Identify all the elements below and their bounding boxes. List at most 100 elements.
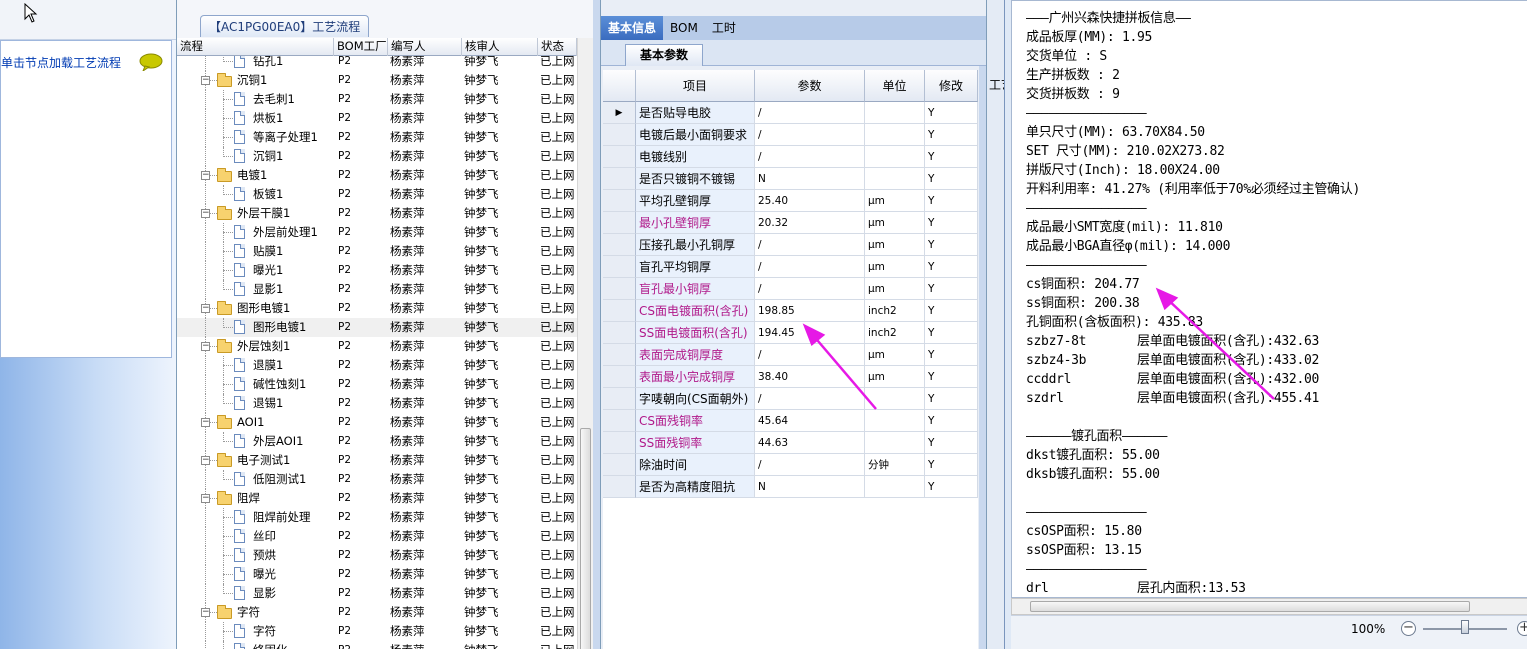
tree-node[interactable]: − 外层干膜1 [177, 204, 334, 223]
tree-folder-row[interactable]: − 字符 P2 杨素萍 钟梦飞 已上网 [177, 603, 577, 622]
param-modify-cell[interactable]: Y [925, 300, 978, 322]
tree-step-row[interactable]: 字符 P2 杨素萍 钟梦飞 已上网 [177, 622, 577, 641]
tree-node[interactable]: 烘板1 [177, 109, 334, 128]
param-value-cell[interactable]: / [755, 388, 865, 410]
tree-step-row[interactable]: 预烘 P2 杨素萍 钟梦飞 已上网 [177, 546, 577, 565]
tree-node[interactable]: 字符 [177, 622, 334, 641]
tree-step-row[interactable]: 钻孔1 P2 杨素萍 钟梦飞 已上网 [177, 56, 577, 71]
tree-step-row[interactable]: 外层前处理1 P2 杨素萍 钟梦飞 已上网 [177, 223, 577, 242]
param-modify-cell[interactable]: Y [925, 124, 978, 146]
param-value-cell[interactable]: N [755, 476, 865, 498]
tree-node[interactable]: 外层前处理1 [177, 223, 334, 242]
column-header-modify[interactable]: 修改 [925, 70, 978, 102]
param-row[interactable]: ▶ 是否贴导电胶 / Y [603, 102, 978, 124]
param-value-cell[interactable]: / [755, 234, 865, 256]
row-indicator[interactable] [603, 322, 636, 344]
column-header-reviewer[interactable]: 核审人 [462, 38, 538, 56]
tree-folder-row[interactable]: − 沉铜1 P2 杨素萍 钟梦飞 已上网 [177, 71, 577, 90]
tree-node[interactable]: 丝印 [177, 527, 334, 546]
row-indicator[interactable] [603, 432, 636, 454]
param-row[interactable]: 最小孔壁铜厚 20.32 μm Y [603, 212, 978, 234]
collapse-toggle-icon[interactable]: − [201, 456, 210, 465]
row-indicator[interactable] [603, 190, 636, 212]
param-value-cell[interactable]: / [755, 344, 865, 366]
param-row[interactable]: 电镀线别 / Y [603, 146, 978, 168]
tree-node[interactable]: 阻焊前处理 [177, 508, 334, 527]
tree-node[interactable]: 显影 [177, 584, 334, 603]
tree-node[interactable]: 等离子处理1 [177, 128, 334, 147]
param-value-cell[interactable]: N [755, 168, 865, 190]
param-row[interactable]: SS面电镀面积(含孔) 194.45 inch2 Y [603, 322, 978, 344]
tree-node[interactable]: − 沉铜1 [177, 71, 334, 90]
column-header-status[interactable]: 状态 [538, 38, 577, 56]
param-modify-cell[interactable]: Y [925, 234, 978, 256]
zoom-slider-handle[interactable] [1461, 620, 1469, 634]
param-modify-cell[interactable]: Y [925, 410, 978, 432]
tree-node[interactable]: − 外层蚀刻1 [177, 337, 334, 356]
tree-step-row[interactable]: 终固化 P2杨素萍钟梦飞已上网 [177, 641, 577, 649]
tab-work-hours[interactable]: 工时 [705, 16, 743, 40]
tree-node[interactable]: 贴膜1 [177, 242, 334, 261]
tree-node[interactable]: 退锡1 [177, 394, 334, 413]
param-modify-cell[interactable]: Y [925, 366, 978, 388]
param-modify-cell[interactable]: Y [925, 476, 978, 498]
tree-step-row[interactable]: 显影1 P2 杨素萍 钟梦飞 已上网 [177, 280, 577, 299]
tree-folder-row[interactable]: − 电镀1 P2 杨素萍 钟梦飞 已上网 [177, 166, 577, 185]
row-indicator[interactable] [603, 278, 636, 300]
tree-node[interactable]: − 电镀1 [177, 166, 334, 185]
param-value-cell[interactable]: 198.85 [755, 300, 865, 322]
tree-node[interactable]: 去毛刺1 [177, 90, 334, 109]
tree-step-row[interactable]: 退锡1 P2 杨素萍 钟梦飞 已上网 [177, 394, 577, 413]
param-row[interactable]: 是否只镀铜不镀锡 N Y [603, 168, 978, 190]
row-indicator[interactable] [603, 234, 636, 256]
param-modify-cell[interactable]: Y [925, 432, 978, 454]
tree-step-row[interactable]: 烘板1 P2 杨素萍 钟梦飞 已上网 [177, 109, 577, 128]
speech-bubble-icon[interactable] [139, 53, 163, 71]
param-modify-cell[interactable]: Y [925, 256, 978, 278]
param-modify-cell[interactable]: Y [925, 322, 978, 344]
tree-step-row[interactable]: 阻焊前处理 P2 杨素萍 钟梦飞 已上网 [177, 508, 577, 527]
param-row[interactable]: 电镀后最小面铜要求 / Y [603, 124, 978, 146]
param-modify-cell[interactable]: Y [925, 146, 978, 168]
notepad-text-area[interactable]: ———广州兴森快捷拼板信息—— 成品板厚(MM): 1.95 交货单位 : S 生产拼… [1011, 0, 1527, 598]
tree-step-row[interactable]: 丝印 P2 杨素萍 钟梦飞 已上网 [177, 527, 577, 546]
param-modify-cell[interactable]: Y [925, 454, 978, 476]
param-row[interactable]: 盲孔平均铜厚 / μm Y [603, 256, 978, 278]
tree-node[interactable]: 外层AOI1 [177, 432, 334, 451]
param-value-cell[interactable]: 194.45 [755, 322, 865, 344]
param-row[interactable]: CS面残铜率 45.64 Y [603, 410, 978, 432]
notepad-horizontal-scrollbar[interactable] [1011, 598, 1527, 615]
param-modify-cell[interactable]: Y [925, 168, 978, 190]
column-header-writer[interactable]: 编写人 [388, 38, 462, 56]
tree-node[interactable]: 预烘 [177, 546, 334, 565]
row-indicator[interactable] [603, 124, 636, 146]
tree-step-row[interactable]: 碱性蚀刻1 P2 杨素萍 钟梦飞 已上网 [177, 375, 577, 394]
param-row[interactable]: 字唛朝向(CS面朝外) / Y [603, 388, 978, 410]
tree-node[interactable]: − 字符 [177, 603, 334, 622]
tree-folder-row[interactable]: − 阻焊 P2 杨素萍 钟梦飞 已上网 [177, 489, 577, 508]
param-row[interactable]: 除油时间 / 分钟 Y [603, 454, 978, 476]
tab-basic-info[interactable]: 基本信息 [601, 16, 664, 40]
param-value-cell[interactable]: / [755, 146, 865, 168]
param-modify-cell[interactable]: Y [925, 388, 978, 410]
tree-node[interactable]: − 图形电镀1 [177, 299, 334, 318]
param-modify-cell[interactable]: Y [925, 344, 978, 366]
tree-node[interactable]: 碱性蚀刻1 [177, 375, 334, 394]
param-value-cell[interactable]: / [755, 102, 865, 124]
row-indicator[interactable] [603, 454, 636, 476]
tree-node[interactable]: 钻孔1 [177, 56, 334, 71]
tree-folder-row[interactable]: − 外层干膜1 P2 杨素萍 钟梦飞 已上网 [177, 204, 577, 223]
tab-basic-params[interactable]: 基本参数 [625, 44, 704, 66]
collapse-toggle-icon[interactable]: − [201, 209, 210, 218]
param-row[interactable]: 平均孔壁铜厚 25.40 μm Y [603, 190, 978, 212]
tree-node[interactable]: − 电子测试1 [177, 451, 334, 470]
tree-folder-row[interactable]: − AOI1 P2 杨素萍 钟梦飞 已上网 [177, 413, 577, 432]
param-modify-cell[interactable]: Y [925, 102, 978, 124]
tree-step-row[interactable]: 图形电镀1 P2 杨素萍 钟梦飞 已上网 [177, 318, 577, 337]
tree-node[interactable]: 低阻测试1 [177, 470, 334, 489]
column-header-param[interactable]: 参数 [755, 70, 865, 102]
row-indicator[interactable] [603, 256, 636, 278]
row-indicator[interactable] [603, 168, 636, 190]
param-value-cell[interactable]: 44.63 [755, 432, 865, 454]
tab-bom[interactable]: BOM [663, 16, 705, 40]
